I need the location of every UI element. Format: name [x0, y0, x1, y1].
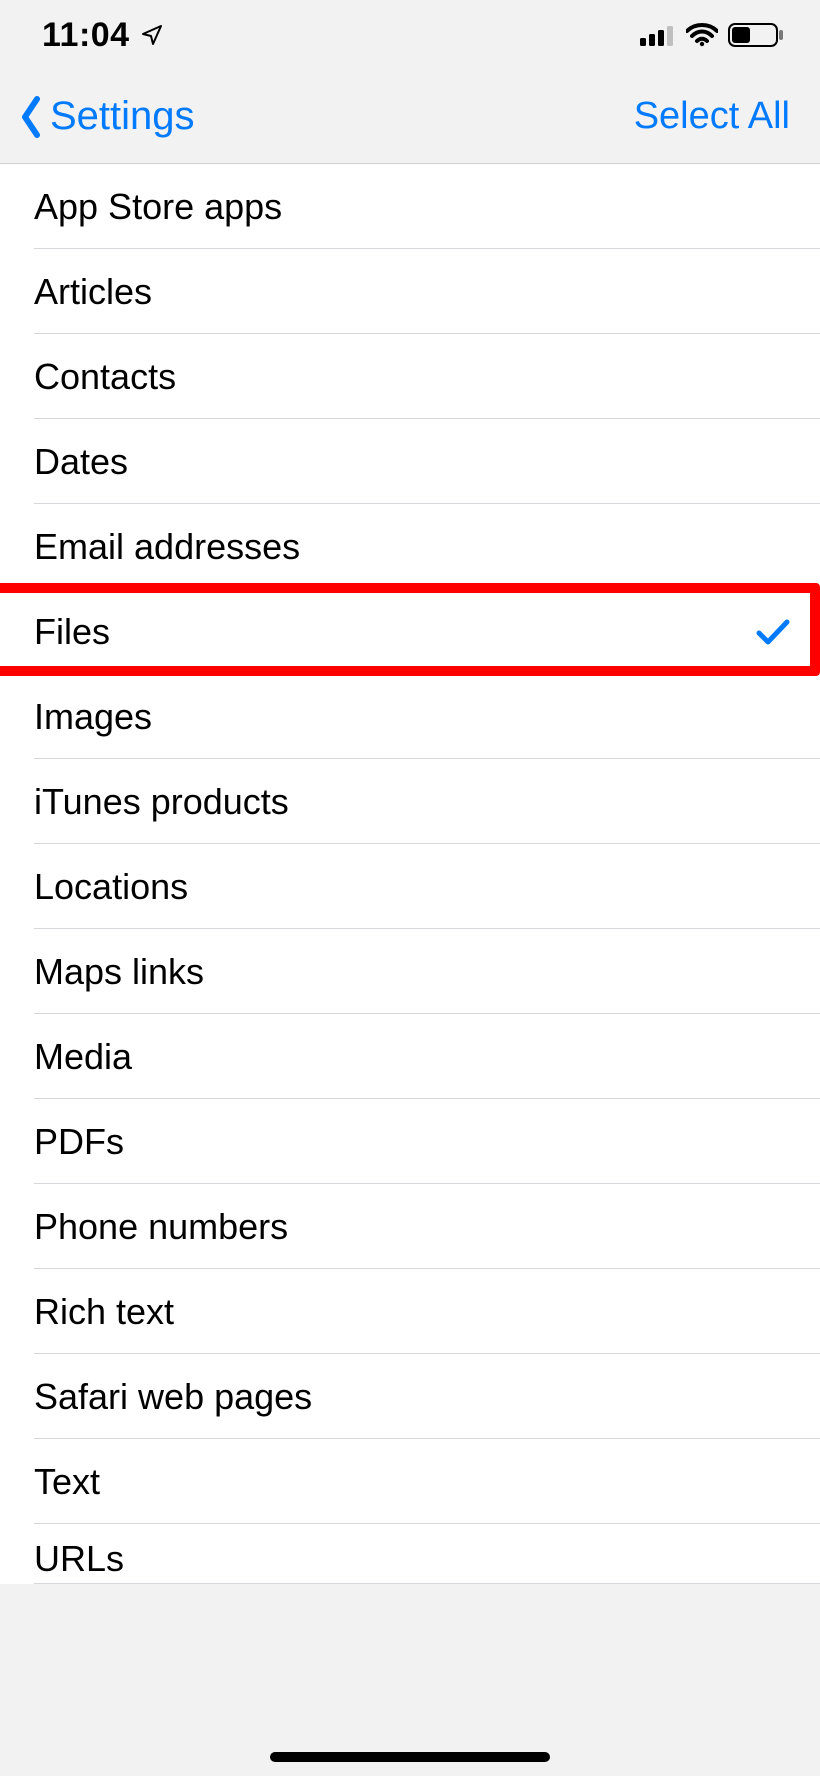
list-item[interactable]: Maps links [0, 929, 820, 1014]
list-item[interactable]: Text [0, 1439, 820, 1524]
battery-icon [728, 23, 784, 47]
list-item-label: Files [34, 611, 110, 653]
list-item[interactable]: Safari web pages [0, 1354, 820, 1439]
list-item-label: Phone numbers [34, 1206, 288, 1248]
cellular-signal-icon [640, 24, 676, 46]
list-item-label: Contacts [34, 356, 176, 398]
back-button[interactable]: Settings [16, 94, 195, 139]
status-bar: 11:04 [0, 0, 820, 70]
list-item-label: App Store apps [34, 186, 282, 228]
list-item[interactable]: Images [0, 674, 820, 759]
status-time: 11:04 [42, 16, 130, 55]
list-item[interactable]: PDFs [0, 1099, 820, 1184]
list-item-label: Text [34, 1461, 100, 1503]
list-item[interactable]: Email addresses [0, 504, 820, 589]
list-item[interactable]: Phone numbers [0, 1184, 820, 1269]
list-item-label: Dates [34, 441, 128, 483]
status-time-group: 11:04 [42, 16, 164, 55]
list-item-label: Email addresses [34, 526, 300, 568]
select-all-button[interactable]: Select All [634, 95, 790, 138]
list-item[interactable]: Locations [0, 844, 820, 929]
list-item[interactable]: Rich text [0, 1269, 820, 1354]
chevron-left-icon [16, 95, 46, 139]
list-item-label: Safari web pages [34, 1376, 312, 1418]
location-arrow-icon [140, 23, 164, 47]
list-item-label: Locations [34, 866, 188, 908]
list-item-label: Maps links [34, 951, 204, 993]
list-item-label: PDFs [34, 1121, 124, 1163]
list-item-label: Media [34, 1036, 132, 1078]
back-label: Settings [50, 94, 195, 139]
list-item[interactable]: Media [0, 1014, 820, 1099]
row-separator [34, 1583, 820, 1584]
list-item[interactable]: Articles [0, 249, 820, 334]
wifi-icon [686, 23, 718, 47]
item-list: App Store apps Articles Contacts Dates Email… [0, 164, 820, 1584]
list-item[interactable]: Contacts [0, 334, 820, 419]
home-indicator [270, 1752, 550, 1762]
list-item-label: iTunes products [34, 781, 289, 823]
list-item[interactable]: Dates [0, 419, 820, 504]
status-right [640, 23, 784, 47]
nav-bar: Settings Select All [0, 70, 820, 164]
list-item-label: Rich text [34, 1291, 174, 1333]
list-item-label: Articles [34, 271, 152, 313]
list-item[interactable]: Files [0, 589, 820, 674]
list-item[interactable]: iTunes products [0, 759, 820, 844]
list-item[interactable]: App Store apps [0, 164, 820, 249]
checkmark-icon [756, 618, 790, 646]
list-item[interactable]: URLs [0, 1524, 820, 1584]
list-item-label: URLs [34, 1538, 124, 1580]
list-item-label: Images [34, 696, 152, 738]
